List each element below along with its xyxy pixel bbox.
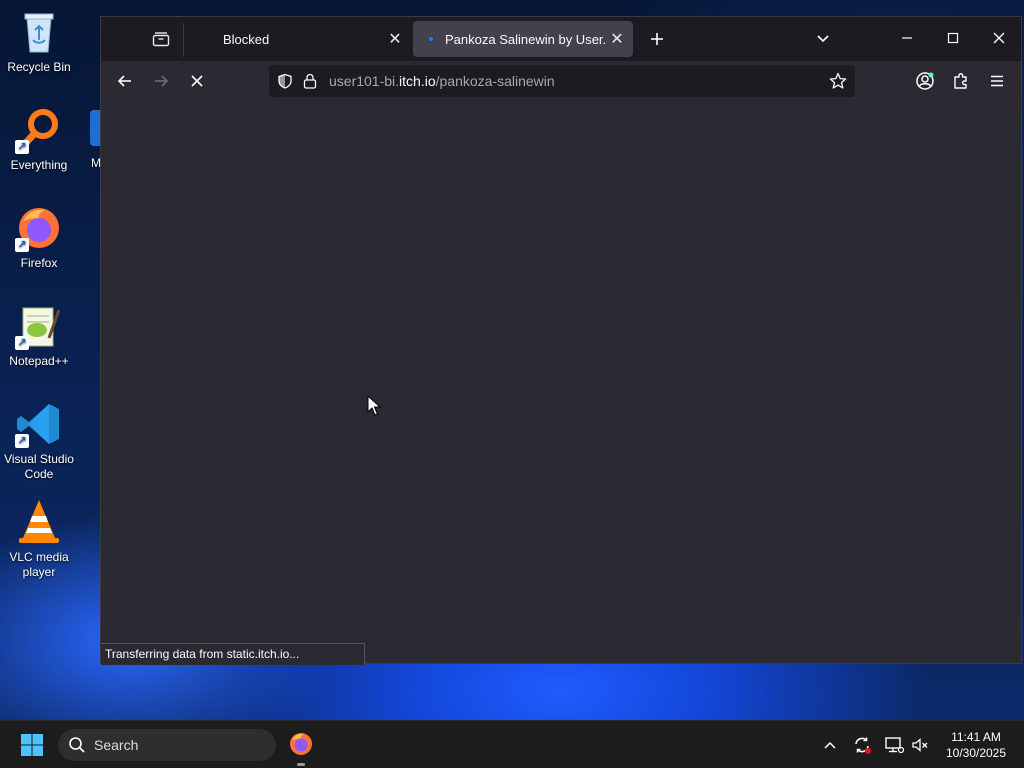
close-window-button[interactable]	[979, 23, 1019, 53]
url-text: user101-bi.itch.io/pankoza-salinewin	[329, 73, 555, 89]
stop-loading-button[interactable]	[183, 67, 211, 95]
close-tab-icon[interactable]: ✕	[607, 29, 627, 49]
address-bar[interactable]: user101-bi.itch.io/pankoza-salinewin	[269, 65, 855, 97]
close-icon	[993, 32, 1005, 44]
status-panel: Transferring data from static.itch.io...	[101, 643, 365, 665]
hamburger-menu-icon	[991, 75, 1003, 87]
tab-bar: Blocked ✕ Pankoza Salinewin by User.101_…	[101, 17, 1021, 61]
account-button[interactable]	[911, 67, 939, 95]
desktop-icon-label: Visual Studio Code	[4, 452, 74, 481]
running-indicator	[297, 763, 305, 766]
volume-button[interactable]	[910, 735, 930, 755]
loading-dot-icon	[429, 37, 433, 41]
visual-studio-code-icon: ↗	[15, 400, 63, 448]
minimize-icon	[902, 37, 912, 39]
desktop-icon-label: Recycle Bin	[7, 60, 71, 74]
tab-favicon-icon	[205, 35, 213, 43]
firefox-view-icon	[152, 32, 170, 47]
network-monitor-icon	[885, 737, 904, 754]
desktop-icon-recycle-bin[interactable]: Recycle Bin	[2, 8, 76, 75]
tracking-protection-shield-icon[interactable]	[277, 73, 293, 89]
show-hidden-icons-button[interactable]	[820, 735, 840, 755]
search-placeholder: Search	[94, 737, 139, 753]
shortcut-arrow-icon: ↗	[15, 336, 29, 350]
tab-title: Pankoza Salinewin by User.101_	[445, 31, 607, 47]
close-tab-icon[interactable]: ✕	[385, 29, 405, 49]
account-icon	[916, 72, 934, 90]
taskbar-clock[interactable]: 11:41 AM 10/30/2025	[936, 729, 1016, 761]
tab-pankoza-salinewin[interactable]: Pankoza Salinewin by User.101_ ✕	[413, 21, 633, 57]
arrow-left-icon	[117, 75, 131, 87]
bookmark-star-icon[interactable]	[829, 72, 847, 90]
minimize-button[interactable]	[887, 23, 927, 53]
chevron-up-icon	[824, 741, 836, 749]
taskbar: Search 11:41 AM 10/30/2025	[0, 720, 1024, 768]
plus-icon	[651, 33, 663, 45]
maximize-button[interactable]	[933, 23, 973, 53]
url-path: /pankoza-salinewin	[435, 73, 555, 89]
recycle-bin-icon	[15, 8, 63, 56]
clock-date: 10/30/2025	[945, 746, 1007, 760]
new-tab-button[interactable]	[643, 25, 671, 53]
search-icon	[69, 737, 85, 753]
desktop-icon-label: VLC media player	[9, 550, 69, 579]
firefox-icon	[290, 733, 312, 755]
shortcut-arrow-icon: ↗	[15, 140, 29, 154]
desktop-icon-firefox[interactable]: ↗ Firefox	[2, 204, 76, 271]
windows-logo-icon	[21, 734, 43, 756]
desktop-icon-vlc[interactable]: VLC media player	[2, 498, 76, 580]
firefox-view-button[interactable]	[145, 25, 177, 53]
desktop-icon-everything[interactable]: ↗ Everything	[2, 106, 76, 173]
desktop-icon-vscode[interactable]: ↗ Visual Studio Code	[2, 400, 76, 482]
lock-icon[interactable]	[303, 73, 317, 89]
speaker-muted-icon	[912, 738, 928, 752]
network-button[interactable]	[884, 735, 904, 755]
desktop-icon-label: Notepad++	[9, 354, 69, 368]
url-domain: itch.io	[399, 73, 436, 89]
start-button[interactable]	[20, 733, 44, 757]
clock-time: 11:41 AM	[951, 730, 1001, 744]
puzzle-piece-icon	[954, 73, 967, 89]
firefox-window: Blocked ✕ Pankoza Salinewin by User.101_…	[100, 16, 1022, 665]
tab-blocked[interactable]: Blocked ✕	[191, 21, 411, 57]
firefox-icon: ↗	[15, 204, 63, 252]
forward-button[interactable]	[147, 67, 175, 95]
everything-search-icon: ↗	[15, 106, 63, 154]
page-content-area[interactable]: Transferring data from static.itch.io...	[101, 101, 1021, 665]
shortcut-arrow-icon: ↗	[15, 434, 29, 448]
extensions-button[interactable]	[947, 67, 975, 95]
mouse-cursor-icon	[367, 395, 381, 416]
notepad-plus-plus-icon: ↗	[15, 302, 63, 350]
stop-x-icon	[191, 75, 203, 87]
arrow-right-icon	[155, 75, 169, 87]
chevron-down-icon	[817, 35, 829, 43]
desktop-icon-notepad-plus-plus[interactable]: ↗ Notepad++	[2, 302, 76, 369]
shortcut-arrow-icon: ↗	[15, 238, 29, 252]
taskbar-search-box[interactable]: Search	[58, 729, 276, 761]
desktop-icon-label: Firefox	[20, 256, 58, 270]
back-button[interactable]	[111, 67, 139, 95]
vlc-cone-icon	[15, 498, 63, 546]
taskbar-firefox-button[interactable]	[288, 731, 314, 757]
partial-app-icon	[90, 110, 100, 146]
app-menu-button[interactable]	[983, 67, 1011, 95]
maximize-icon	[947, 32, 959, 44]
tab-separator	[183, 23, 184, 57]
tab-title: Blocked	[223, 31, 270, 47]
navigation-toolbar: user101-bi.itch.io/pankoza-salinewin	[101, 61, 1021, 101]
list-all-tabs-button[interactable]	[809, 25, 837, 53]
desktop-icon-label: Everything	[10, 158, 68, 172]
sync-icon	[855, 737, 871, 754]
url-host-prefix: user101-bi.	[329, 73, 400, 89]
sync-status-button[interactable]	[852, 735, 872, 755]
